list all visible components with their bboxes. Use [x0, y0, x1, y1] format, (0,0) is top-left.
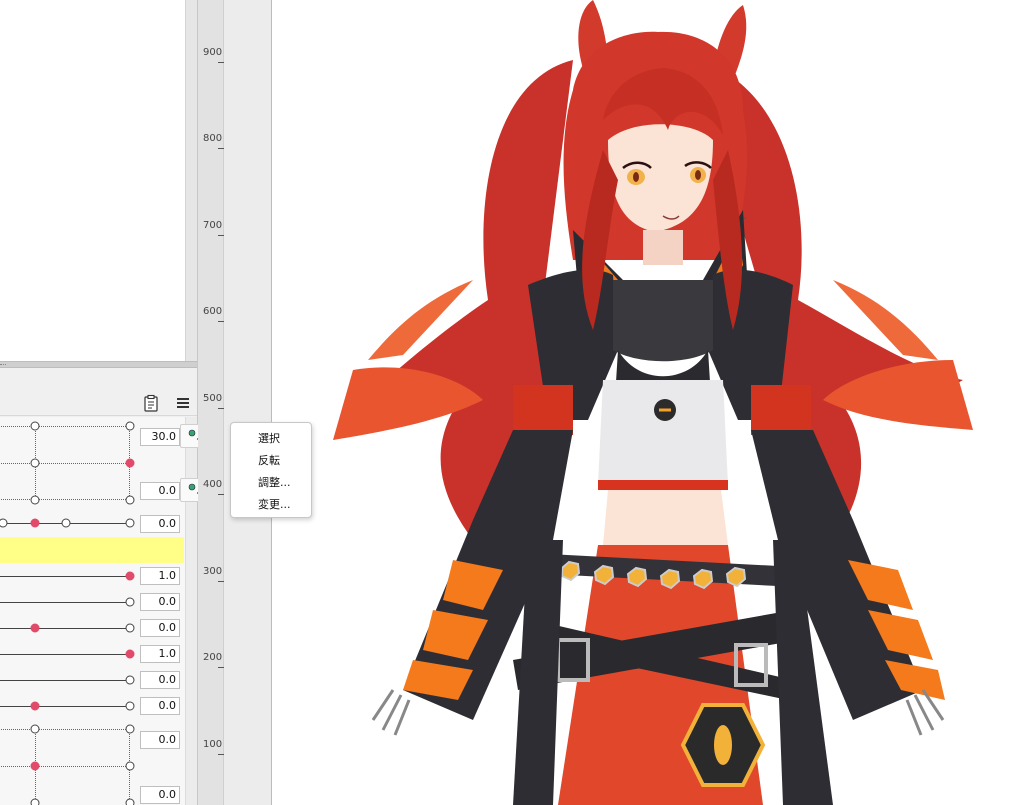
- param-value-field[interactable]: 0.0: [140, 697, 180, 715]
- parameter-scrollbar[interactable]: [185, 417, 197, 805]
- param-value-field[interactable]: 0.0: [140, 515, 180, 533]
- key-point[interactable]: [30, 458, 40, 468]
- ruler-label: 900: [203, 47, 223, 58]
- ruler-label: 300: [203, 566, 223, 577]
- current-value-point[interactable]: [30, 761, 40, 771]
- key-point[interactable]: [30, 724, 40, 734]
- param-value-field[interactable]: 1.0: [140, 567, 180, 585]
- ruler-tick: [218, 148, 224, 149]
- deformer-tree-area: [0, 0, 185, 361]
- ruler-tick: [218, 581, 224, 582]
- key-point[interactable]: [125, 518, 135, 528]
- ruler-tick: [218, 321, 224, 322]
- ruler-label: 500: [203, 393, 223, 404]
- key-point[interactable]: [30, 495, 40, 505]
- current-value-point[interactable]: [125, 458, 135, 468]
- key-point[interactable]: [125, 623, 135, 633]
- param-value-field[interactable]: 0.0: [140, 482, 180, 500]
- param-value-field[interactable]: 0.0: [140, 619, 180, 637]
- param-2d-grid[interactable]: [0, 729, 130, 805]
- param-value-field[interactable]: 1.0: [140, 645, 180, 663]
- param-slider-track[interactable]: [0, 680, 130, 681]
- current-value-point[interactable]: [30, 701, 40, 711]
- ruler-tick: [218, 754, 224, 755]
- ruler-label: 200: [203, 652, 223, 663]
- hamburger-menu-icon[interactable]: [172, 392, 194, 414]
- grid-divider: [0, 766, 130, 767]
- context-menu: 選択 反転 調整... 変更...: [230, 422, 312, 518]
- param-value-field[interactable]: 0.0: [140, 671, 180, 689]
- ruler-label: 100: [203, 739, 223, 750]
- ruler-tick: [218, 667, 224, 668]
- ruler-tick: [218, 62, 224, 63]
- key-point[interactable]: [125, 597, 135, 607]
- key-point[interactable]: [125, 495, 135, 505]
- current-value-point[interactable]: [125, 571, 135, 581]
- key-point[interactable]: [61, 518, 71, 528]
- parameter-toolbar: [0, 368, 197, 416]
- param-value-field[interactable]: 0.0: [140, 731, 180, 749]
- tree-scrollbar[interactable]: [185, 0, 197, 361]
- param-slider-track[interactable]: [0, 628, 130, 629]
- character-model: [333, 0, 973, 805]
- clipboard-icon[interactable]: [140, 392, 162, 414]
- menu-item-select[interactable]: 選択: [231, 428, 311, 450]
- param-slider-track[interactable]: [0, 602, 130, 603]
- ruler-label: 600: [203, 306, 223, 317]
- grid-divider: [0, 463, 130, 464]
- current-value-point[interactable]: [125, 649, 135, 659]
- param-slider-track[interactable]: [0, 706, 130, 707]
- ruler-label: 400: [203, 479, 223, 490]
- key-point[interactable]: [125, 675, 135, 685]
- ruler-label: 800: [203, 133, 223, 144]
- key-point[interactable]: [125, 798, 135, 805]
- ruler-tick: [218, 494, 224, 495]
- key-point[interactable]: [30, 421, 40, 431]
- current-value-point[interactable]: [30, 623, 40, 633]
- key-point[interactable]: [125, 724, 135, 734]
- key-point[interactable]: [125, 761, 135, 771]
- menu-item-change[interactable]: 変更...: [231, 494, 311, 516]
- key-point[interactable]: [125, 701, 135, 711]
- ruler-tick: [218, 235, 224, 236]
- param-value-field[interactable]: 0.0: [140, 786, 180, 804]
- param-value-field[interactable]: 30.0: [140, 428, 180, 446]
- param-value-field[interactable]: 0.0: [140, 593, 180, 611]
- current-value-point[interactable]: [30, 518, 40, 528]
- menu-item-invert[interactable]: 反転: [231, 450, 311, 472]
- param-slider-track[interactable]: [0, 654, 130, 655]
- model-canvas[interactable]: [273, 0, 1029, 805]
- param-slider-track[interactable]: [0, 576, 130, 577]
- ruler-label: 700: [203, 220, 223, 231]
- ruler-tick: [218, 408, 224, 409]
- key-point[interactable]: [125, 421, 135, 431]
- panel-splitter[interactable]: [0, 361, 197, 368]
- selected-param-row[interactable]: [0, 537, 184, 563]
- menu-item-adjust[interactable]: 調整...: [231, 472, 311, 494]
- key-point[interactable]: [30, 798, 40, 805]
- vertical-ruler: [224, 0, 272, 805]
